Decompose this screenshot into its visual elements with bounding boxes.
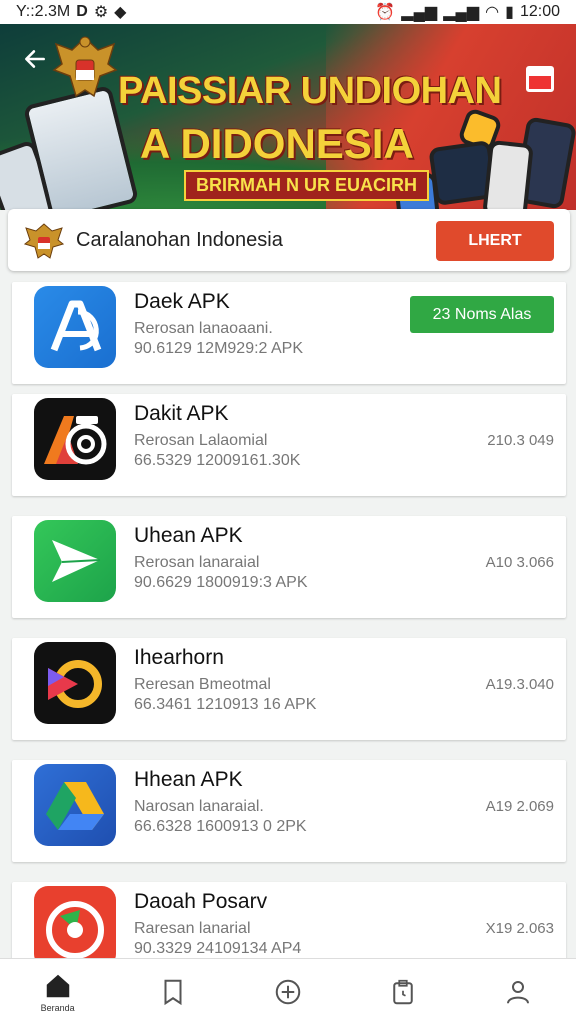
app-size: 210.3 049 — [487, 432, 554, 449]
app-subtitle: Reresan Bmeotmal — [134, 676, 271, 693]
banner-title-line2: A DIDONESIA — [140, 120, 414, 167]
app-subtitle: Rerosan lanaoaani. — [134, 320, 273, 337]
app-size: A19.3.040 — [485, 676, 554, 693]
back-button[interactable] — [18, 42, 52, 76]
header-title: Caralanohan Indonesia — [76, 229, 283, 251]
battery-icon: ▮ — [505, 4, 514, 21]
app-subtitle: Narosan lanaraial. — [134, 798, 264, 815]
clipboard-clock-icon — [393, 979, 413, 1004]
app-name: Hhean APK — [134, 768, 243, 791]
hero-banner: PAISSIAR UNDIOHAN A DIDONESIA BRIRMAH N … — [0, 24, 576, 210]
nav-home-label: Beranda — [40, 1002, 75, 1013]
app-meta: 66.5329 12009161.30K — [134, 452, 301, 469]
nav-home[interactable]: Beranda — [0, 959, 115, 1024]
list-item[interactable]: Daek APK Rerosan lanaoaani. 90.6129 12M9… — [12, 282, 566, 384]
status-time: Y::2.3M — [16, 3, 71, 20]
bottom-navigation: Beranda — [0, 958, 576, 1024]
list-item[interactable]: Ihearhorn Reresan Bmeotmal 66.3461 12109… — [12, 638, 566, 740]
plus-circle-icon — [275, 979, 301, 1004]
app-badge-button[interactable]: 23 Noms Alas — [410, 296, 554, 333]
window-toggle-button[interactable] — [526, 66, 554, 92]
app-meta: 66.6328 1600913 0 2PK — [134, 818, 307, 835]
status-clock: 12:00 — [519, 3, 560, 20]
list-item[interactable]: Dakit APK Rerosan Lalaomial 66.5329 1200… — [12, 394, 566, 496]
app-subtitle: Rerosan Lalaomial — [134, 432, 268, 449]
app-a-icon — [34, 286, 116, 368]
pin-app-icon — [34, 886, 116, 968]
banner-title-line1: PAISSIAR UNDIOHAN — [118, 70, 502, 112]
app-name: Daek APK — [134, 290, 230, 313]
signal-icon: ▂▄▆ — [401, 4, 438, 21]
app-meta: 90.6629 1800919:3 APK — [134, 574, 308, 591]
bookmark-icon — [164, 979, 182, 1005]
drive-app-icon — [34, 764, 116, 846]
status-notification-icon: D — [76, 3, 88, 20]
nav-bookmarks[interactable] — [115, 959, 230, 1024]
app-size: X19 2.063 — [485, 920, 554, 937]
header-card: Caralanohan Indonesia LHERT — [8, 209, 570, 271]
garuda-emblem-icon — [52, 36, 118, 98]
app-name: Uhean APK — [134, 524, 243, 547]
app-meta: 90.3329 24109134 AP4 — [134, 940, 302, 957]
arrow-left-icon — [25, 50, 45, 68]
profile-icon — [507, 980, 530, 1004]
settings-icon: ⚙ — [93, 4, 109, 21]
nav-history[interactable] — [346, 959, 461, 1024]
list-item[interactable]: Hhean APK Narosan lanaraial. 66.6328 160… — [12, 760, 566, 862]
app-size: A10 3.066 — [485, 554, 554, 571]
phone-illustration-right-2 — [482, 139, 534, 210]
home-icon — [46, 974, 69, 997]
navigation-icon: ◆ — [114, 4, 127, 21]
camera-app-icon — [34, 398, 116, 480]
send-app-icon — [34, 520, 116, 602]
nav-add[interactable] — [230, 959, 345, 1024]
wifi-icon: ◠ — [485, 4, 500, 21]
app-subtitle: Raresan lanarial — [134, 920, 251, 937]
app-subtitle: Rerosan lanaraial — [134, 554, 260, 571]
app-name: Ihearhorn — [134, 646, 224, 669]
play-app-icon — [34, 642, 116, 724]
banner-subtitle: BRIRMAH N UR EUACIRH — [184, 170, 429, 201]
app-meta: 90.6129 12M929:2 APK — [134, 340, 304, 357]
app-meta: 66.3461 1210913 16 APK — [134, 696, 317, 713]
header-action-button[interactable]: LHERT — [436, 221, 554, 261]
nav-profile[interactable] — [461, 959, 576, 1024]
signal-icon-2: ▂▄▆ — [443, 4, 480, 21]
alarm-icon: ⏰ — [375, 4, 396, 21]
status-bar: Y::2.3M D ⚙ ◆ ⏰ ▂▄▆ ▂▄▆ ◠ ▮ 12:00 — [0, 0, 576, 24]
garuda-emblem-icon — [24, 223, 64, 259]
app-name: Dakit APK — [134, 402, 229, 425]
list-item[interactable]: Daoah Posarv Raresan lanarial 90.3329 24… — [12, 882, 566, 968]
list-item[interactable]: Uhean APK Rerosan lanaraial 90.6629 1800… — [12, 516, 566, 618]
app-size: A19 2.069 — [485, 798, 554, 815]
app-name: Daoah Posarv — [134, 890, 268, 913]
